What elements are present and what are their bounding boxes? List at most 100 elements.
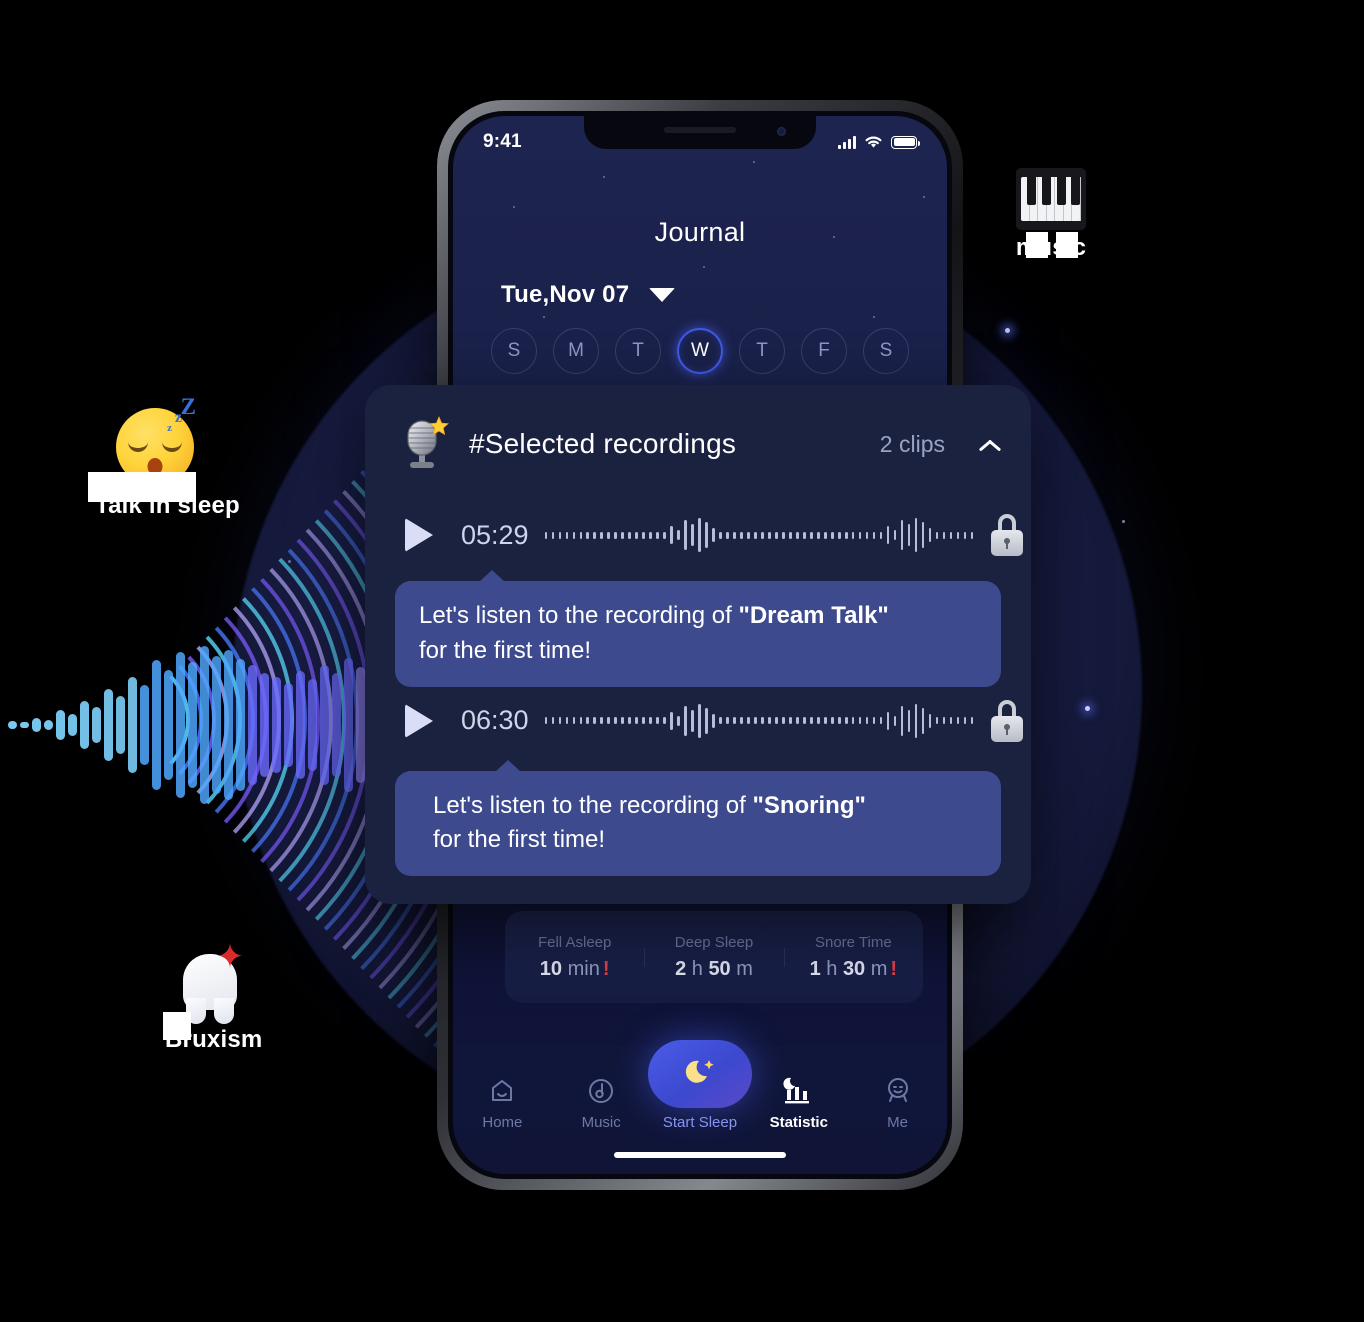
waveform-bar	[886, 711, 890, 730]
week-day-6[interactable]: S	[863, 328, 909, 374]
tab-me[interactable]: Me	[852, 1072, 944, 1131]
waveform-bar	[705, 707, 708, 734]
screen-star	[513, 206, 515, 208]
waveform-bar	[670, 526, 673, 544]
waveform-bar	[893, 530, 897, 540]
waveform-bar	[893, 715, 897, 726]
status-time: 9:41	[483, 131, 522, 152]
musical-keyboard-icon	[1016, 168, 1086, 230]
waveform-bar	[928, 713, 932, 728]
recording-waveform[interactable]	[544, 513, 974, 557]
week-day-letter: S	[879, 340, 893, 361]
waveform-bar	[635, 717, 638, 725]
lock-icon[interactable]	[989, 699, 1025, 742]
waveform-bar	[858, 531, 862, 539]
week-day-5[interactable]: F	[801, 328, 847, 374]
week-day-0[interactable]: S	[491, 328, 537, 374]
week-day-1[interactable]: M	[553, 328, 599, 374]
waveform-bar	[600, 717, 604, 725]
recording-duration: 05:29	[461, 519, 529, 550]
waveform-art-bar	[260, 673, 269, 777]
waveform-bar	[775, 531, 778, 539]
float-label-music: music	[1010, 168, 1092, 262]
waveform-bar	[963, 531, 967, 539]
waveform-bar	[803, 717, 806, 725]
occlusion-block	[163, 1012, 191, 1040]
date-selector[interactable]: Tue,Nov 07	[501, 281, 676, 309]
start-sleep-button[interactable]	[647, 1040, 752, 1108]
waveform-bar	[656, 531, 659, 539]
tooth-icon: ✦	[179, 940, 244, 1024]
sleep-stats-card: Fell Asleep 10 min! Deep Sleep 2 h 50 m Snor…	[505, 911, 923, 1003]
tab-start-sleep[interactable]: Start Sleep	[647, 1040, 752, 1131]
lock-icon[interactable]	[989, 514, 1025, 556]
recording-row[interactable]: 06:30	[395, 693, 1024, 749]
waveform-bar	[928, 528, 932, 542]
recording-tooltip-bubble: Let's listen to the recording of "Dream …	[395, 570, 1001, 687]
clips-count: 2 clips	[879, 430, 945, 457]
tab-label: Statistic	[769, 1114, 828, 1131]
screen-star	[703, 266, 705, 268]
waveform-art-bar	[296, 671, 305, 779]
bubble-subject: "Dream Talk"	[738, 602, 889, 629]
waveform-bar	[544, 531, 548, 539]
tab-label: Music	[581, 1114, 621, 1131]
waveform-bar	[649, 531, 652, 539]
waveform-bar	[670, 711, 673, 730]
week-day-3[interactable]: W	[677, 328, 723, 374]
waveform-bar	[579, 717, 583, 725]
waveform-bar	[809, 531, 813, 539]
page-title: Journal	[654, 217, 746, 247]
waveform-bar	[607, 531, 611, 539]
waveform-bar	[900, 520, 904, 550]
waveform-bar	[726, 717, 729, 725]
waveform-art-bar	[152, 660, 161, 790]
week-day-2[interactable]: T	[615, 328, 661, 374]
waveform-bar	[830, 717, 834, 725]
waveform-bar	[733, 531, 736, 539]
tab-music[interactable]: Music	[555, 1072, 647, 1131]
bubble-text-line1: Let's listen to the recording of	[433, 791, 753, 819]
tab-label: Start Sleep	[662, 1114, 738, 1131]
tab-home[interactable]: Home	[456, 1072, 548, 1131]
waveform-bar	[558, 717, 562, 725]
waveform-bar	[614, 717, 618, 725]
tab-statistic[interactable]: Statistic	[753, 1072, 845, 1131]
tab-label: Me	[887, 1114, 908, 1131]
waveform-bar	[816, 717, 820, 725]
waveform-art-bar	[140, 685, 149, 765]
recording-waveform[interactable]	[544, 699, 974, 743]
chevron-down-icon[interactable]	[649, 288, 676, 302]
waveform-bar	[844, 531, 848, 539]
week-day-selector[interactable]: SMTWTFS	[453, 328, 947, 374]
float-label-text: music	[1015, 234, 1087, 261]
selected-recordings-card: #Selected recordings 2 clips 05:29 Let's…	[365, 385, 1031, 905]
waveform-bar	[907, 524, 911, 546]
waveform-bar	[684, 705, 687, 736]
stat-label: Fell Asleep	[537, 933, 612, 951]
week-day-letter: S	[507, 340, 521, 361]
star-dot	[1005, 328, 1010, 333]
waveform-bar	[565, 531, 569, 539]
waveform-art-bar	[92, 707, 101, 743]
stat-value: 1 h 30 m!	[809, 957, 898, 980]
recording-row[interactable]: 05:29	[395, 507, 1024, 563]
week-day-4[interactable]: T	[739, 328, 785, 374]
waveform-art-bar	[44, 720, 53, 730]
waveform-bar	[789, 717, 792, 725]
screen-star	[753, 161, 755, 163]
person-face-icon	[852, 1072, 944, 1110]
occlusion-block	[1026, 232, 1048, 258]
waveform-art-bar	[104, 689, 113, 761]
signal-bars-icon	[838, 135, 856, 149]
chevron-up-icon[interactable]	[979, 433, 1001, 455]
play-icon[interactable]	[405, 703, 433, 738]
waveform-bar	[628, 717, 631, 725]
stat-item: Deep Sleep 2 h 50 m	[644, 934, 783, 981]
waveform-bar	[816, 531, 820, 539]
waveform-bar	[796, 717, 799, 725]
waveform-bar	[782, 717, 785, 725]
play-icon[interactable]	[405, 518, 433, 552]
waveform-bar	[572, 717, 576, 725]
waveform-bar	[642, 717, 645, 725]
